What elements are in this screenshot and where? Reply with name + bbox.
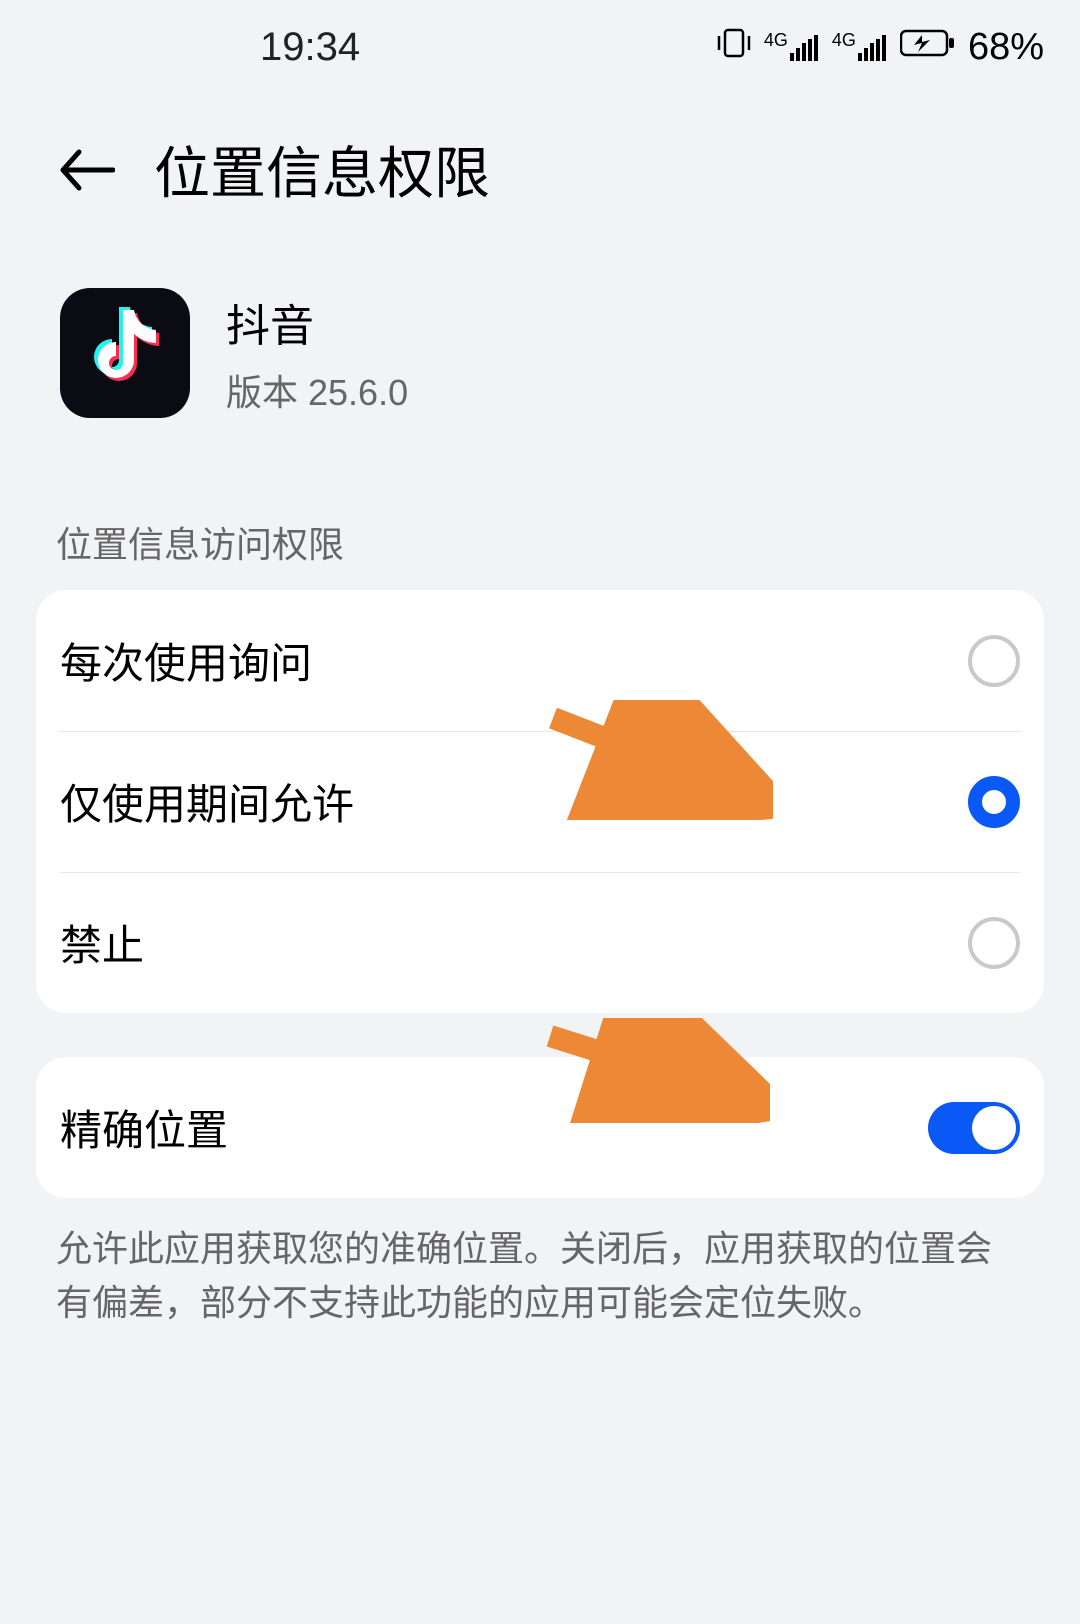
page-title: 位置信息权限: [154, 129, 490, 210]
back-button[interactable]: [48, 131, 126, 209]
app-icon: [60, 288, 190, 418]
option-deny[interactable]: 禁止: [36, 872, 1044, 1013]
options-card: 每次使用询问 仅使用期间允许 禁止: [36, 590, 1044, 1013]
battery-percent: 68%: [968, 26, 1044, 69]
tiktok-icon: [85, 307, 165, 399]
footer-note: 允许此应用获取您的准确位置。关闭后，应用获取的位置会有偏差，部分不支持此功能的应…: [0, 1198, 1080, 1354]
section-label: 位置信息访问权限: [0, 468, 1080, 590]
page-header: 位置信息权限: [0, 95, 1080, 240]
app-info: 抖音 版本 25.6.0: [0, 240, 1080, 468]
vibrate-icon: [716, 28, 752, 67]
app-text: 抖音 版本 25.6.0: [226, 290, 408, 416]
precise-location-row[interactable]: 精确位置: [36, 1057, 1044, 1198]
battery-icon: [900, 28, 956, 67]
radio-unchecked-icon: [968, 635, 1020, 687]
precise-location-label: 精确位置: [60, 1097, 228, 1158]
option-label: 每次使用询问: [60, 630, 312, 691]
option-label: 禁止: [60, 912, 144, 973]
back-arrow-icon: [59, 148, 115, 192]
option-label: 仅使用期间允许: [60, 771, 354, 832]
signal-2-icon: 4G: [832, 35, 888, 61]
status-indicators: 4G 4G 68%: [716, 26, 1044, 69]
app-version: 版本 25.6.0: [226, 364, 408, 416]
option-ask-every-time[interactable]: 每次使用询问: [36, 590, 1044, 731]
status-time: 19:34: [260, 25, 360, 70]
toggle-on-icon: [928, 1102, 1020, 1154]
radio-unchecked-icon: [968, 917, 1020, 969]
app-name: 抖音: [226, 290, 408, 354]
status-bar: 19:34 4G 4G 68%: [0, 0, 1080, 95]
option-allow-while-using[interactable]: 仅使用期间允许: [36, 731, 1044, 872]
precise-location-card: 精确位置: [36, 1057, 1044, 1198]
signal-1-icon: 4G: [764, 35, 820, 61]
radio-checked-icon: [968, 776, 1020, 828]
